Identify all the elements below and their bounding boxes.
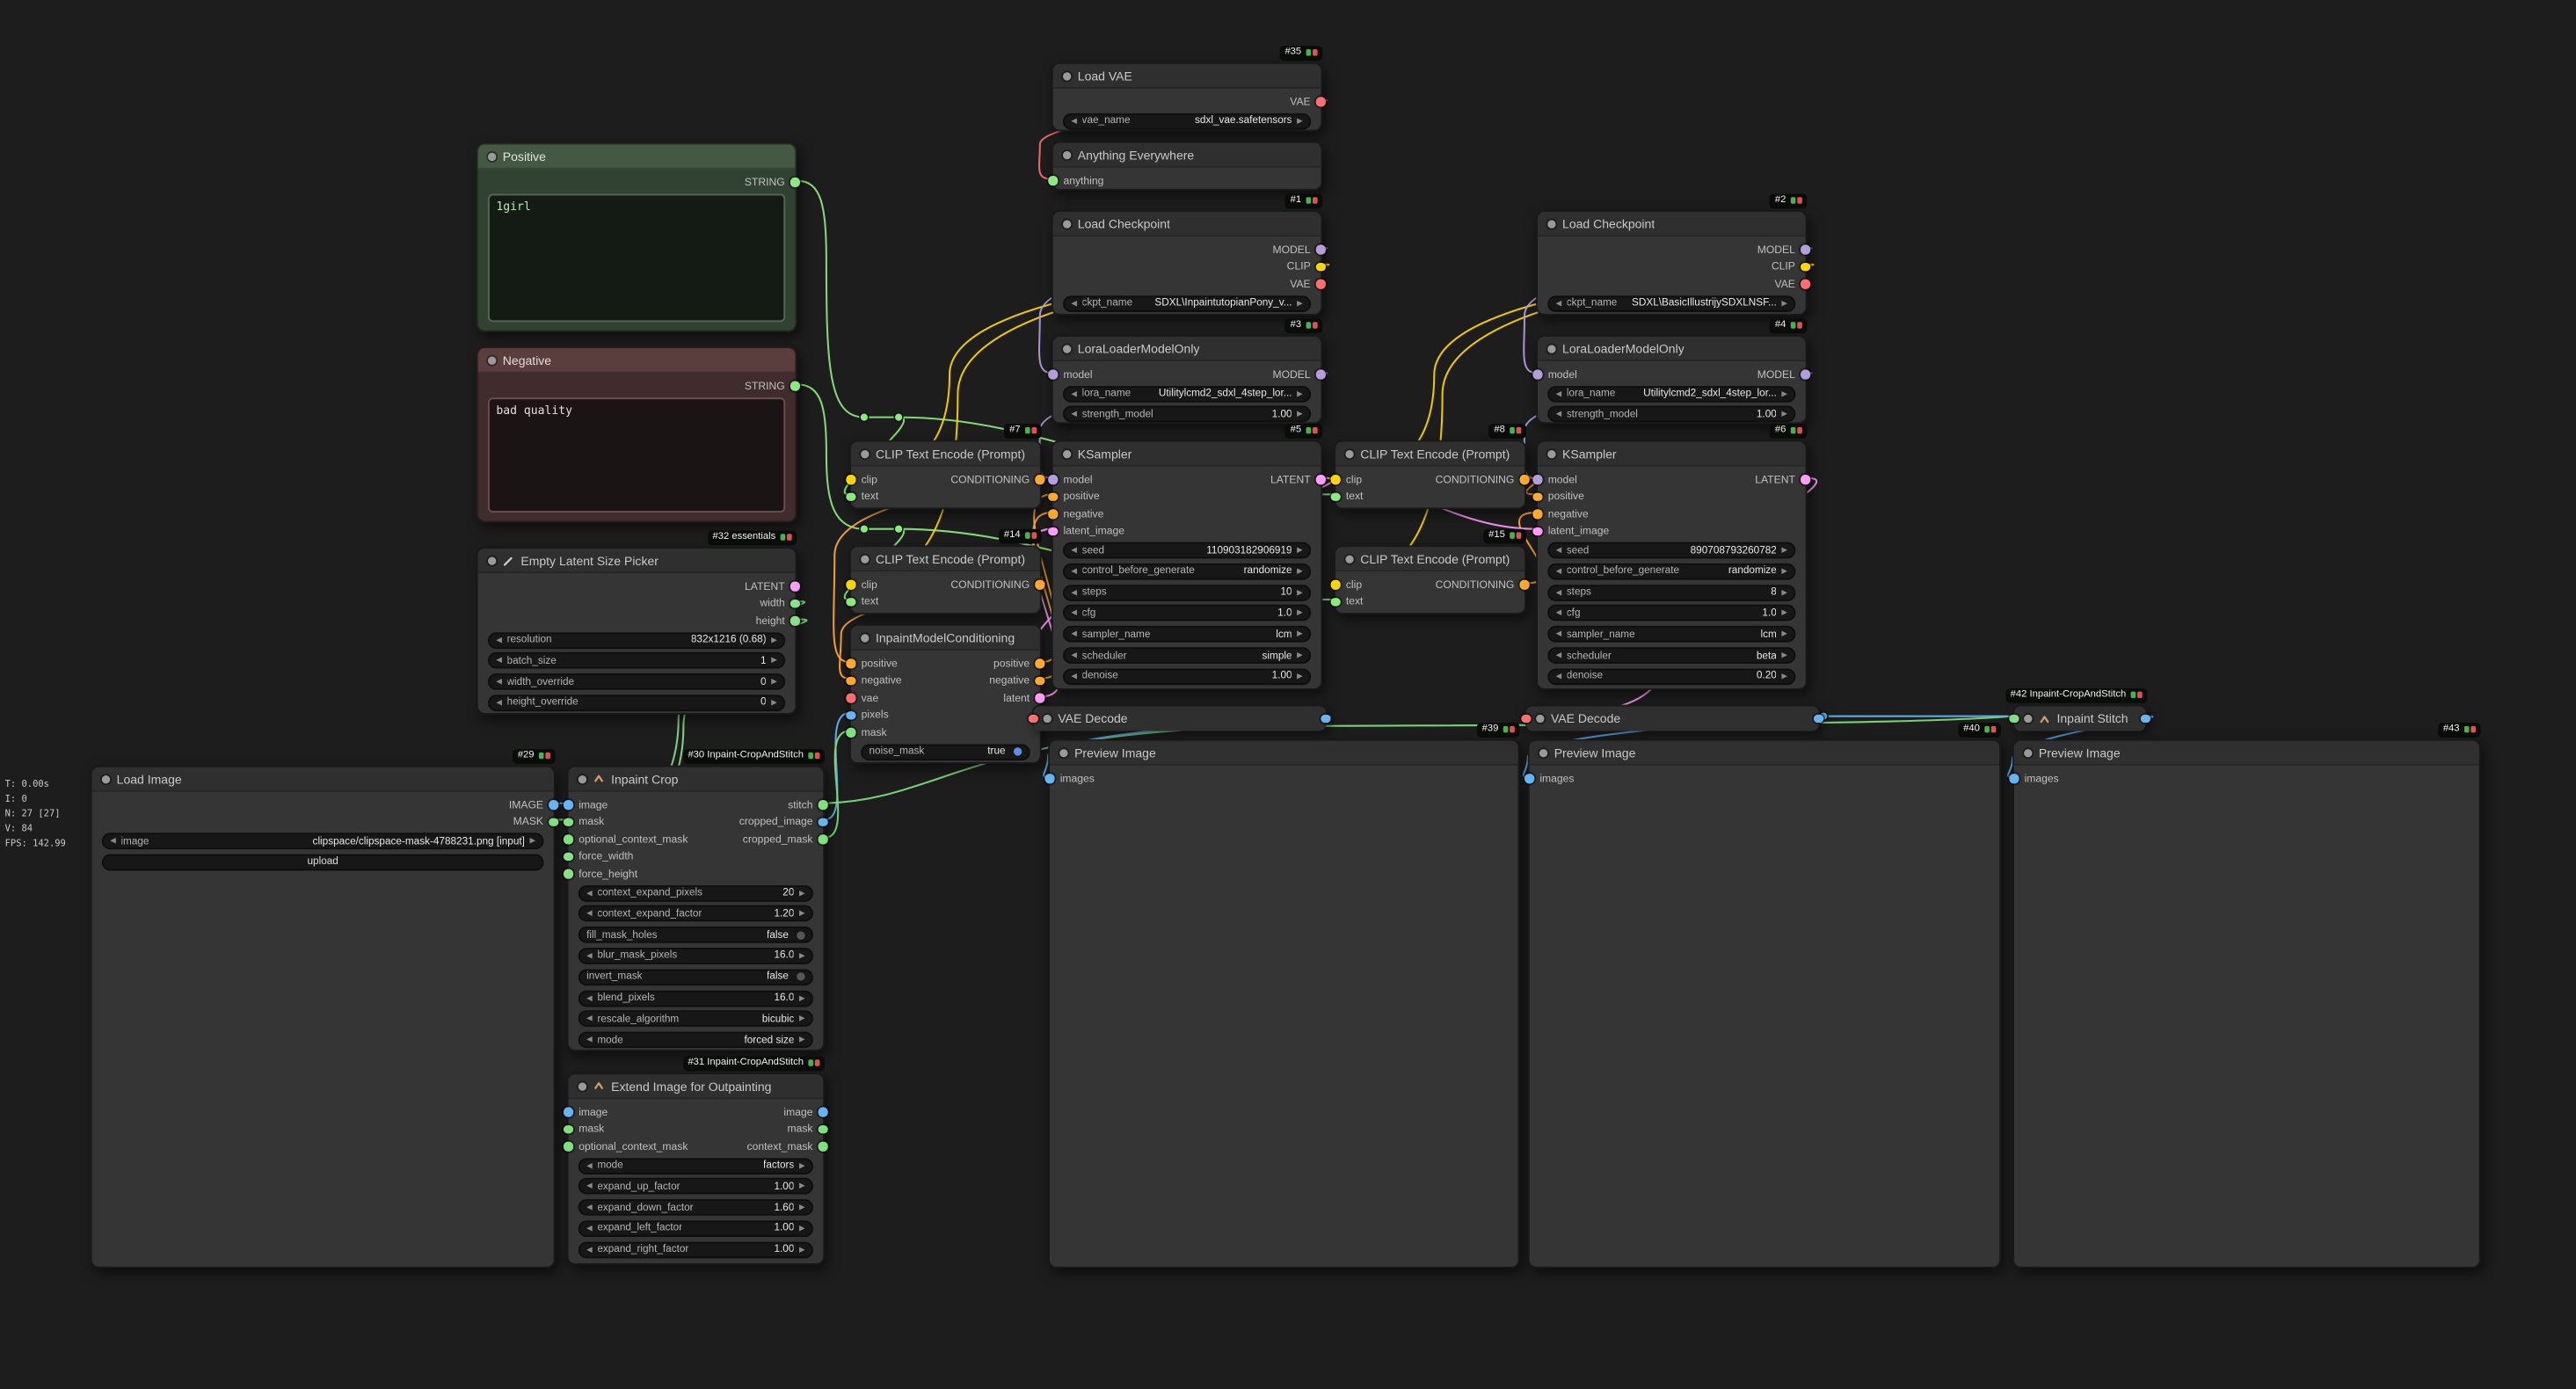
- perf-line: V: 84: [5, 823, 66, 838]
- node-id-badge: #31 Inpaint-CropAndStitch: [683, 1056, 825, 1071]
- perf-overlay: T: 0.00s I: 0 N: 27 [27] V: 84 FPS: 142.…: [5, 779, 66, 853]
- node-id-badge: #6: [1770, 423, 1807, 438]
- badge-icon: [2463, 725, 2476, 733]
- badge-text: #40: [1963, 724, 1980, 734]
- node-id-badge: #15: [1484, 528, 1526, 543]
- badges-layer: #29 #30 Inpaint-CropAndStitch #31 Inpaint-…: [0, 0, 2576, 1389]
- graph-canvas[interactable]: Load ImageIMAGEMASK◀imageclipspace/clips…: [0, 0, 2576, 1389]
- node-id-badge: #2: [1770, 193, 1807, 208]
- badge-icon: [1306, 49, 1318, 57]
- badge-icon: [538, 752, 550, 760]
- node-id-badge: #35: [1280, 45, 1322, 60]
- node-id-badge: #5: [1285, 423, 1322, 438]
- badge-text: #43: [2443, 724, 2460, 734]
- badge-icon: [1790, 197, 1802, 205]
- node-id-badge: #39: [1477, 722, 1519, 737]
- badge-icon: [1306, 322, 1318, 330]
- badge-text: #32 essentials: [713, 532, 776, 542]
- badge-text: #2: [1775, 195, 1786, 205]
- badge-icon: [1024, 532, 1037, 540]
- badge-text: #14: [1004, 531, 1021, 541]
- badge-icon: [1306, 197, 1318, 205]
- badge-text: #29: [518, 751, 535, 760]
- badge-text: #5: [1291, 425, 1301, 435]
- badge-text: #15: [1488, 531, 1505, 541]
- perf-line: FPS: 142.99: [5, 838, 66, 853]
- badge-icon: [1790, 426, 1802, 434]
- badge-text: #42 Inpaint-CropAndStitch: [2011, 690, 2127, 700]
- node-id-badge: #8: [1489, 423, 1526, 438]
- badge-text: #3: [1291, 320, 1301, 330]
- badge-icon: [780, 534, 792, 542]
- node-id-badge: #14: [999, 528, 1041, 543]
- badge-icon: [1306, 426, 1318, 434]
- node-id-badge: #1: [1285, 193, 1322, 208]
- node-id-badge: #30 Inpaint-CropAndStitch: [683, 748, 825, 763]
- badge-text: #35: [1284, 47, 1301, 57]
- badge-text: #30 Inpaint-CropAndStitch: [688, 751, 804, 760]
- node-id-badge: #42 Inpaint-CropAndStitch: [2005, 687, 2147, 702]
- badge-icon: [808, 752, 820, 760]
- node-id-badge: #29: [513, 748, 555, 763]
- node-id-badge: #4: [1770, 318, 1807, 333]
- badge-text: #31 Inpaint-CropAndStitch: [688, 1058, 804, 1067]
- perf-line: I: 0: [5, 794, 66, 809]
- badge-icon: [1503, 725, 1515, 733]
- badge-icon: [1790, 322, 1802, 330]
- node-id-badge: #32 essentials: [708, 530, 797, 545]
- node-id-badge: #3: [1285, 318, 1322, 333]
- badge-text: #1: [1291, 195, 1301, 205]
- node-id-badge: #7: [1005, 423, 1042, 438]
- badge-icon: [1510, 532, 1522, 540]
- badge-text: #8: [1494, 425, 1504, 435]
- badge-text: #6: [1775, 425, 1786, 435]
- badge-icon: [2130, 691, 2143, 699]
- badge-text: #39: [1482, 724, 1499, 734]
- perf-line: T: 0.00s: [5, 779, 66, 794]
- graph-workspace: Load ImageIMAGEMASK◀imageclipspace/clips…: [0, 0, 2576, 1389]
- node-id-badge: #43: [2438, 722, 2480, 737]
- badge-icon: [1024, 426, 1037, 434]
- badge-icon: [808, 1059, 820, 1067]
- badge-icon: [1984, 725, 1997, 733]
- badge-text: #7: [1009, 425, 1020, 435]
- perf-line: N: 27 [27]: [5, 808, 66, 823]
- badge-text: #4: [1775, 320, 1786, 330]
- badge-icon: [1510, 426, 1522, 434]
- node-id-badge: #40: [1959, 722, 2001, 737]
